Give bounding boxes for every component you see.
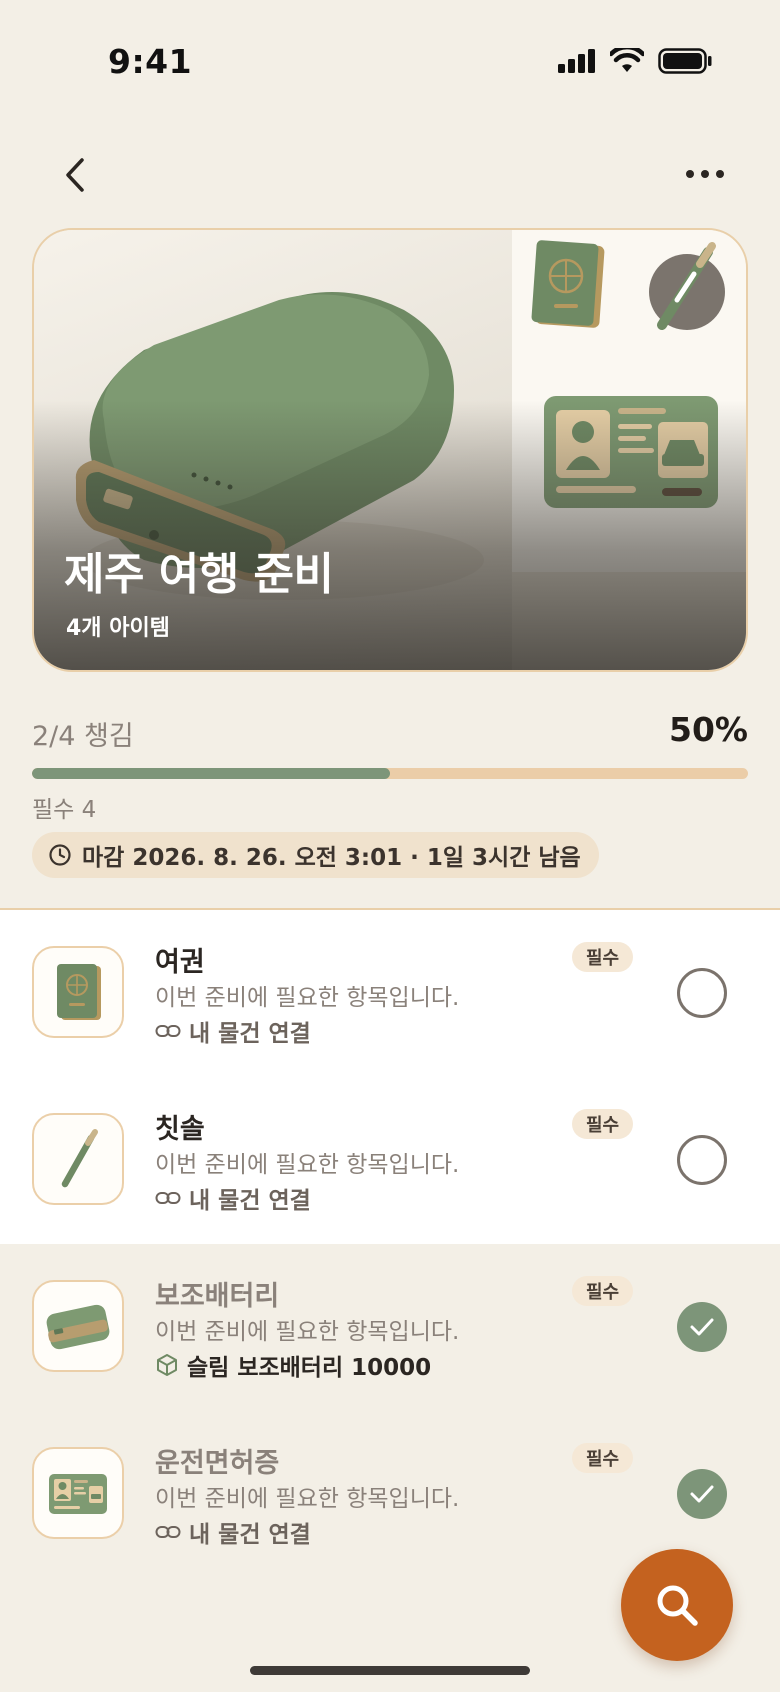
checkmark-icon <box>690 1318 714 1336</box>
item-name: 운전면허증 <box>155 1448 280 1479</box>
status-icons <box>558 48 712 74</box>
box-icon <box>157 1354 177 1376</box>
required-count: 필수 4 <box>32 797 97 823</box>
back-button[interactable] <box>52 152 98 198</box>
required-badge: 필수 <box>572 942 634 972</box>
hero-card[interactable]: 제주 여행 준비 4개 아이템 <box>32 228 748 672</box>
item-description: 이번 준비에 필요한 항목입니다. <box>155 985 460 1011</box>
linked-item[interactable]: 슬림 보조배터리 10000 <box>155 1348 431 1382</box>
driver-license-icon <box>49 1474 107 1514</box>
signal-icon <box>558 49 595 73</box>
check-toggle[interactable] <box>677 968 727 1018</box>
item-thumbnail <box>32 1280 124 1372</box>
linked-item-label: 슬림 보조배터리 10000 <box>187 1355 432 1381</box>
link-icon <box>155 1192 181 1204</box>
list-item[interactable]: 여권 이번 준비에 필요한 항목입니다. 내 물건 연결 필수 <box>0 910 780 1077</box>
link-icon <box>155 1526 181 1538</box>
progress-fill <box>32 768 390 779</box>
link-item-button[interactable]: 내 물건 연결 <box>155 1014 311 1048</box>
clock-icon <box>49 844 71 866</box>
check-toggle[interactable] <box>677 1302 727 1352</box>
item-count: 4개 아이템 <box>66 616 170 641</box>
link-label: 내 물건 연결 <box>189 1021 311 1047</box>
wifi-icon <box>610 48 644 72</box>
item-description: 이번 준비에 필요한 항목입니다. <box>155 1152 460 1178</box>
link-item-button[interactable]: 내 물건 연결 <box>155 1181 311 1215</box>
list-item[interactable]: 칫솔 이번 준비에 필요한 항목입니다. 내 물건 연결 필수 <box>0 1077 780 1244</box>
nav-bar <box>0 140 780 210</box>
home-indicator <box>250 1666 530 1675</box>
power-bank-icon <box>46 1304 110 1350</box>
passport-icon <box>57 964 101 1020</box>
link-label: 내 물건 연결 <box>189 1522 311 1548</box>
link-icon <box>155 1025 181 1037</box>
required-badge: 필수 <box>572 1109 634 1139</box>
deadline-text: 마감 2026. 8. 26. 오전 3:01 · 1일 3시간 남음 <box>82 845 581 871</box>
checkmark-icon <box>690 1485 714 1503</box>
deadline-chip[interactable]: 마감 2026. 8. 26. 오전 3:01 · 1일 3시간 남음 <box>32 832 599 878</box>
more-button[interactable] <box>680 154 730 194</box>
required-badge: 필수 <box>572 1443 634 1473</box>
item-name: 칫솔 <box>155 1114 205 1145</box>
item-thumbnail <box>32 1113 124 1205</box>
required-badge: 필수 <box>572 1276 634 1306</box>
check-toggle[interactable] <box>677 1135 727 1185</box>
search-button[interactable] <box>621 1549 733 1661</box>
status-time: 9:41 <box>108 42 193 81</box>
progress-bar <box>32 768 748 779</box>
link-item-button[interactable]: 내 물건 연결 <box>155 1515 311 1549</box>
chevron-left-icon <box>66 158 84 192</box>
item-description: 이번 준비에 필요한 항목입니다. <box>155 1486 460 1512</box>
item-description: 이번 준비에 필요한 항목입니다. <box>155 1319 460 1345</box>
item-thumbnail <box>32 946 124 1038</box>
item-name: 여권 <box>155 947 205 978</box>
item-name: 보조배터리 <box>155 1281 280 1312</box>
checklist-title: 제주 여행 준비 <box>64 549 334 600</box>
progress-percent: 50% <box>669 710 748 749</box>
progress-label: 2/4 챙김 <box>32 721 134 752</box>
battery-icon <box>658 48 712 74</box>
check-toggle[interactable] <box>677 1469 727 1519</box>
item-thumbnail <box>32 1447 124 1539</box>
link-label: 내 물건 연결 <box>189 1188 311 1214</box>
search-icon <box>657 1585 698 1626</box>
ellipsis-icon <box>686 170 724 178</box>
list-item[interactable]: 보조배터리 이번 준비에 필요한 항목입니다. 슬림 보조배터리 10000 필… <box>0 1244 780 1411</box>
status-bar: 9:41 <box>0 0 780 120</box>
toothbrush-icon <box>61 1129 98 1188</box>
